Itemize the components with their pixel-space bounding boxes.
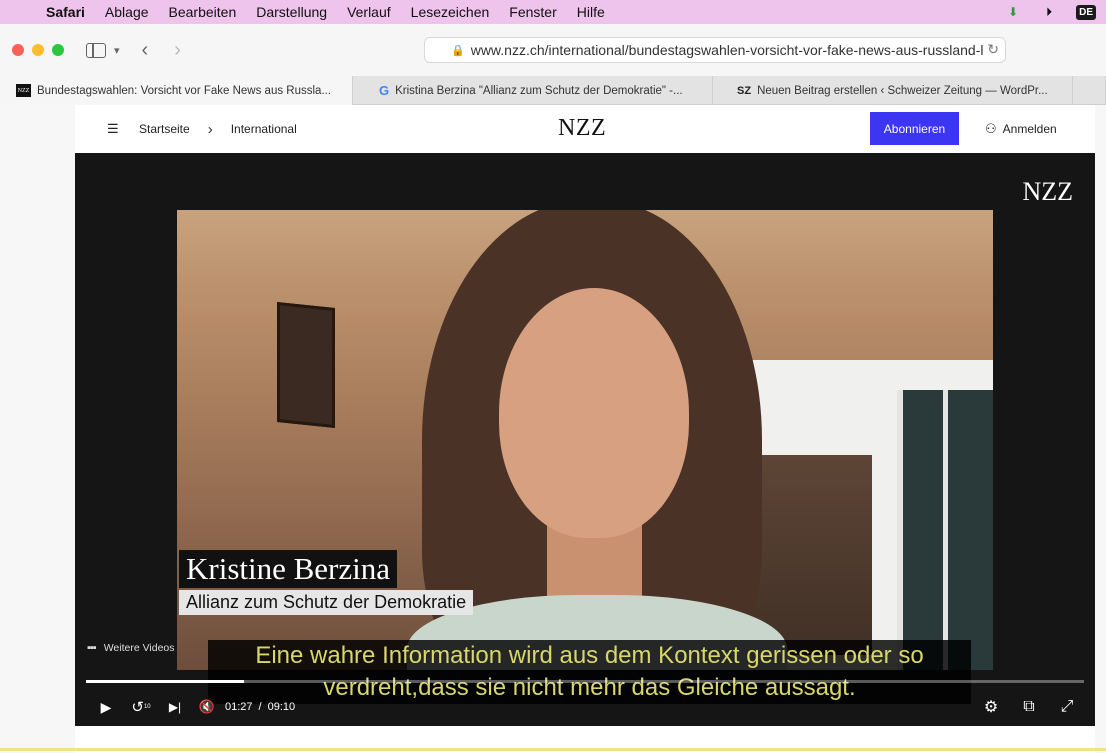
chevron-down-icon[interactable]: ▾: [114, 44, 120, 57]
web-page: ☰ Startseite › International NZZ Abonnie…: [0, 105, 1106, 753]
video-window: [897, 390, 993, 670]
menu-hilfe[interactable]: Hilfe: [567, 4, 615, 20]
sidebar-icon[interactable]: [86, 42, 106, 58]
tab-overflow[interactable]: [1073, 76, 1106, 105]
gear-icon[interactable]: ⚙: [981, 697, 1001, 717]
current-time: 01:27: [225, 701, 253, 713]
player-controls-right: ⚙ ⧉ ⤢: [981, 697, 1095, 717]
tab-title: Bundestagswahlen: Vorsicht vor Fake News…: [37, 84, 332, 97]
site-logo[interactable]: NZZ: [558, 115, 606, 142]
chevron-right-icon[interactable]: ›: [174, 39, 181, 62]
player-controls: ▶ ↺ 10 ▶| 🔇 01:27 / 09:10 ⚙ ⧉ ⤢: [75, 693, 1095, 721]
fullscreen-icon[interactable]: ⤢: [1057, 697, 1077, 717]
lower-third-name: Kristine Berzina: [179, 550, 398, 588]
play-icon[interactable]: ▶: [97, 697, 115, 717]
login-link[interactable]: ⚇ Anmelden: [985, 121, 1057, 137]
video-player[interactable]: NZZ Kristine Berzina Allianz zum Schutz …: [75, 153, 1095, 726]
lower-third-organization: Allianz zum Schutz der Demokratie: [179, 590, 474, 615]
time-separator: /: [258, 701, 262, 713]
tab-title: Neuen Beitrag erstellen ‹ Schweizer Zeit…: [757, 84, 1048, 97]
picture-in-picture-icon[interactable]: ⧉: [1019, 697, 1039, 717]
download-icon[interactable]: ⬇: [1004, 4, 1022, 20]
time-display: 01:27 / 09:10: [225, 701, 295, 713]
subtitle-line-1: Eine wahre Information wird aus dem Kont…: [255, 642, 924, 669]
progress-bar[interactable]: [86, 680, 1084, 683]
menu-verlauf[interactable]: Verlauf: [337, 4, 401, 20]
more-videos-button[interactable]: ▪▪▪ Weitere Videos: [87, 642, 175, 654]
menu-lesezeichen[interactable]: Lesezeichen: [401, 4, 500, 20]
menu-bar-tray: ⬇ ⏵ DE: [1004, 4, 1106, 20]
more-videos-label: Weitere Videos: [103, 642, 175, 654]
close-window-button[interactable]: [12, 44, 24, 56]
reload-icon[interactable]: ↻: [984, 41, 999, 58]
sz-favicon-icon: SZ: [737, 84, 752, 97]
tab-nzz-article[interactable]: NZZ Bundestagswahlen: Vorsicht vor Fake …: [0, 76, 353, 105]
address-bar[interactable]: 🔒 www.nzz.ch/international/bundestagswah…: [424, 37, 1006, 63]
replay-seconds: 10: [143, 704, 151, 710]
page-content: ☰ Startseite › International NZZ Abonnie…: [75, 105, 1095, 753]
site-header: ☰ Startseite › International NZZ Abonnie…: [75, 105, 1095, 153]
tab-wordpress[interactable]: SZ Neuen Beitrag erstellen ‹ Schweizer Z…: [713, 76, 1073, 105]
menu-bearbeiten[interactable]: Bearbeiten: [159, 4, 247, 20]
play-circle-icon[interactable]: ⏵: [1040, 4, 1058, 20]
user-icon: ⚇: [985, 121, 997, 136]
grid-icon: ▪▪▪: [87, 642, 97, 654]
menu-bar: Safari Ablage Bearbeiten Darstellung Ver…: [0, 0, 1106, 24]
page-bottom-border: [0, 748, 1106, 751]
menu-fenster[interactable]: Fenster: [499, 4, 566, 20]
replay-10-icon[interactable]: ↺ 10: [131, 697, 151, 717]
google-favicon-icon: G: [379, 83, 390, 98]
tab-title: Kristina Berzina "Allianz zum Schutz der…: [395, 84, 683, 97]
menu-search-icon[interactable]: ☰: [107, 121, 125, 137]
breadcrumb-home[interactable]: Startseite: [139, 122, 190, 136]
progress-bar-fill: [86, 680, 244, 683]
skip-next-icon[interactable]: ▶|: [167, 697, 183, 717]
minimize-window-button[interactable]: [32, 44, 44, 56]
breadcrumb-section[interactable]: International: [231, 122, 297, 136]
url-text[interactable]: www.nzz.ch/international/bundestagswahle…: [471, 42, 984, 58]
menu-app-name[interactable]: Safari: [36, 4, 95, 20]
menu-ablage[interactable]: Ablage: [95, 4, 159, 20]
lock-icon: 🔒: [451, 44, 465, 57]
menu-darstellung[interactable]: Darstellung: [246, 4, 337, 20]
chevron-left-icon[interactable]: ‹: [142, 39, 149, 62]
login-label: Anmelden: [1002, 122, 1057, 136]
subscribe-button[interactable]: Abonnieren: [870, 112, 959, 145]
input-language-badge[interactable]: DE: [1076, 4, 1096, 20]
video-painting: [277, 301, 335, 429]
duration: 09:10: [267, 701, 296, 713]
zoom-window-button[interactable]: [52, 44, 64, 56]
window-controls: [12, 44, 64, 56]
video-watermark: NZZ: [1022, 177, 1073, 206]
speaker-face: [499, 288, 689, 538]
browser-toolbar: ▾ ‹ › 🔒 www.nzz.ch/international/bundest…: [0, 24, 1106, 76]
tab-bar: NZZ Bundestagswahlen: Vorsicht vor Fake …: [0, 76, 1106, 105]
nzz-favicon-icon: NZZ: [16, 84, 31, 97]
chevron-right-icon: ›: [207, 120, 213, 138]
tab-google-search[interactable]: G Kristina Berzina "Allianz zum Schutz d…: [353, 76, 713, 105]
mute-icon[interactable]: 🔇: [197, 697, 217, 717]
